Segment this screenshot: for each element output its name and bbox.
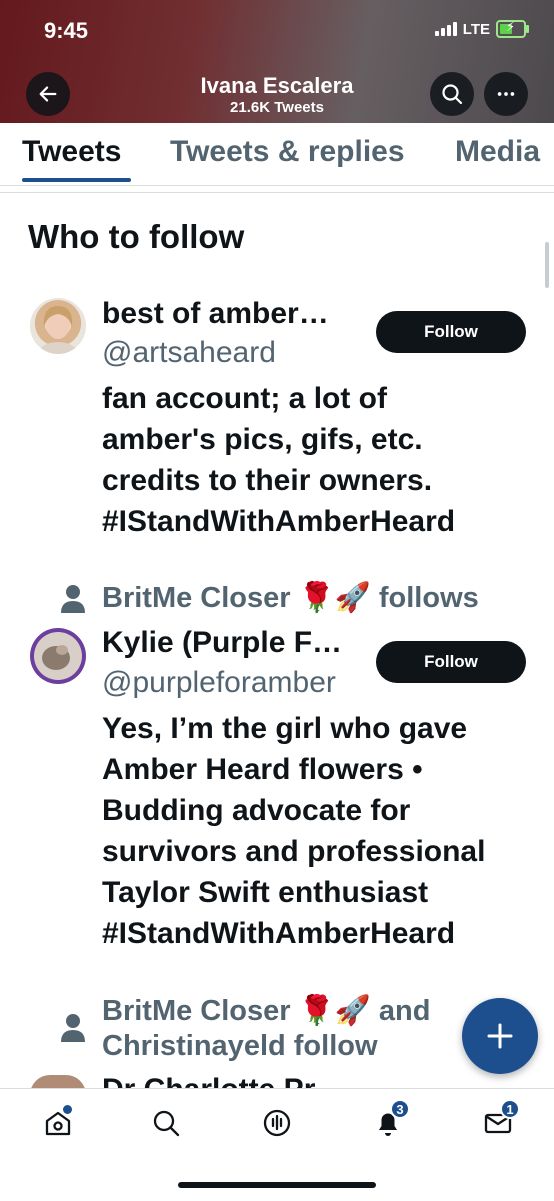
follow-button[interactable]: Follow bbox=[376, 641, 526, 683]
active-tab-indicator bbox=[22, 178, 131, 182]
avatar-image bbox=[38, 306, 78, 354]
suggestion-name[interactable]: best of amber… bbox=[102, 297, 329, 331]
suggestion-name[interactable]: Kylie (Purple F… bbox=[102, 626, 342, 660]
status-icons: LTE ⚡ bbox=[434, 19, 529, 38]
social-context: BritMe Closer 🌹🚀 and bbox=[102, 995, 431, 1027]
tab-media[interactable]: Media bbox=[455, 135, 540, 169]
tabs-divider bbox=[0, 185, 554, 186]
tab-tweets[interactable]: Tweets bbox=[22, 135, 121, 169]
battery-icon: ⚡ bbox=[496, 19, 529, 38]
search-icon bbox=[153, 1110, 180, 1137]
search-icon bbox=[442, 84, 463, 105]
home-indicator bbox=[178, 1182, 376, 1188]
profile-header: 9:45 LTE ⚡ Ivana Escalera 21.6K Tweets bbox=[0, 0, 554, 123]
person-icon bbox=[61, 1014, 85, 1042]
nav-messages[interactable]: 1 bbox=[478, 1099, 520, 1143]
plus-icon bbox=[487, 1023, 513, 1049]
section-title: Who to follow bbox=[28, 218, 245, 255]
home-notification-dot bbox=[63, 1105, 72, 1114]
suggestion-bio: fan account; a lot of amber's pics, gifs… bbox=[102, 382, 456, 538]
person-icon bbox=[61, 585, 85, 613]
nav-search[interactable] bbox=[146, 1103, 186, 1143]
section-divider bbox=[0, 192, 554, 193]
social-context: Christinayeld follow bbox=[102, 1030, 378, 1062]
avatar[interactable] bbox=[30, 628, 86, 684]
avatar[interactable] bbox=[30, 298, 86, 354]
nav-spaces[interactable] bbox=[257, 1103, 297, 1143]
profile-tabs: Tweets Tweets & replies Media bbox=[0, 123, 554, 185]
spaces-icon bbox=[263, 1109, 291, 1137]
suggestion-bio: Yes, I’m the girl who gave Amber Heard f… bbox=[102, 712, 486, 950]
scrollbar[interactable] bbox=[545, 242, 549, 288]
compose-tweet-button[interactable] bbox=[462, 998, 538, 1074]
status-time: 9:45 bbox=[44, 18, 89, 43]
nav-notifications[interactable]: 3 bbox=[368, 1099, 410, 1143]
suggestion-handle[interactable]: @purpleforamber bbox=[102, 666, 336, 700]
signal-icon bbox=[434, 22, 457, 36]
avatar-image bbox=[34, 632, 82, 680]
messages-badge: 1 bbox=[500, 1099, 520, 1119]
follow-button[interactable]: Follow bbox=[376, 311, 526, 353]
more-button[interactable] bbox=[484, 72, 528, 116]
suggestion-name[interactable]: Dr Charlotte Pr bbox=[102, 1073, 315, 1088]
suggestion-handle[interactable]: @artsaheard bbox=[102, 336, 276, 370]
social-context: BritMe Closer 🌹🚀 follows bbox=[102, 582, 479, 614]
tab-tweets-and-replies[interactable]: Tweets & replies bbox=[170, 135, 405, 169]
nav-home[interactable] bbox=[38, 1103, 78, 1143]
search-button[interactable] bbox=[430, 72, 474, 116]
network-label: LTE bbox=[462, 20, 490, 38]
more-icon bbox=[497, 92, 515, 96]
notifications-badge: 3 bbox=[390, 1099, 410, 1119]
